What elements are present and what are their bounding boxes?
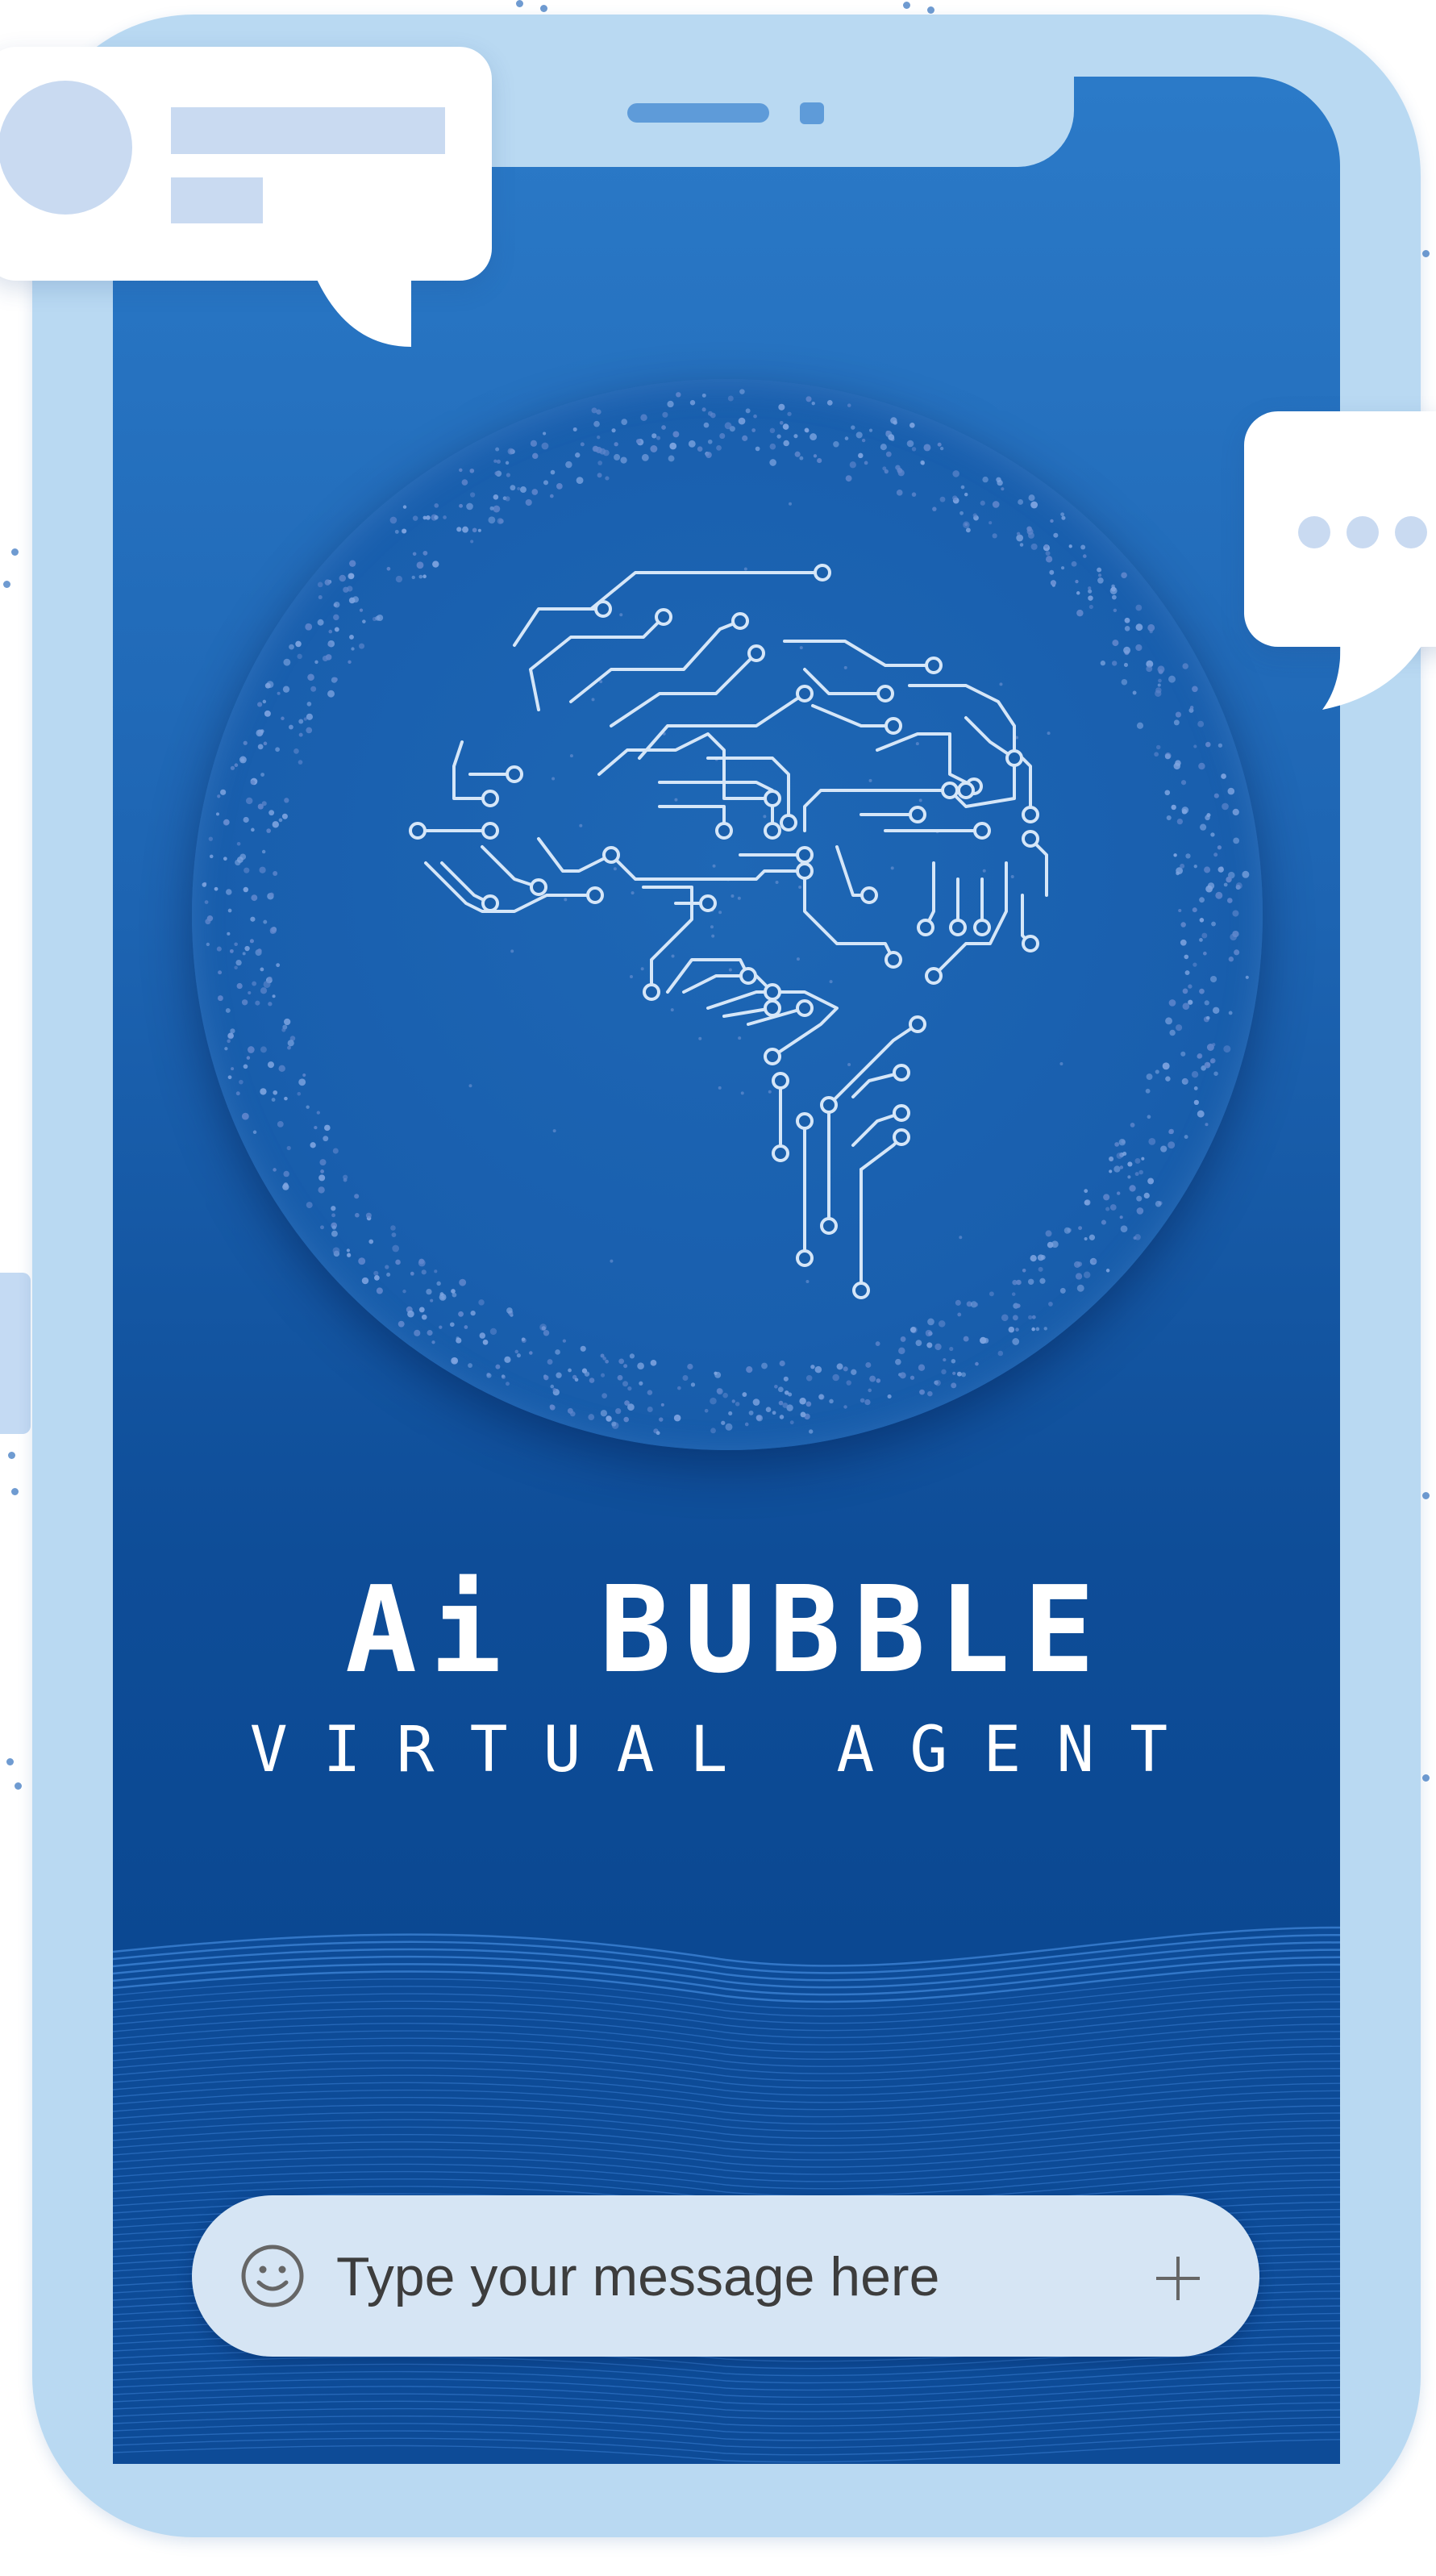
- app-subtitle: VIRTUAL AGENT: [249, 1714, 1204, 1786]
- plus-icon[interactable]: [1150, 2250, 1206, 2307]
- typing-dot-icon: [1347, 516, 1379, 548]
- typing-dot-icon: [1298, 516, 1330, 548]
- bubble-tail: [1322, 621, 1435, 710]
- side-tab: [0, 1273, 31, 1434]
- bubble-tail: [314, 258, 411, 347]
- text-placeholder-line: [171, 107, 445, 154]
- typing-dot-icon: [1395, 516, 1427, 548]
- speaker-icon: [627, 103, 769, 123]
- smiley-face-icon[interactable]: [239, 2242, 306, 2310]
- circuit-brain-icon: [202, 389, 1250, 1436]
- wave-decoration: [113, 1926, 1340, 2464]
- text-placeholder-line: [171, 177, 263, 223]
- camera-icon: [800, 102, 824, 124]
- app-title: Ai BUBBLE: [345, 1561, 1108, 1699]
- avatar: [0, 81, 132, 215]
- message-input[interactable]: [335, 2228, 1112, 2326]
